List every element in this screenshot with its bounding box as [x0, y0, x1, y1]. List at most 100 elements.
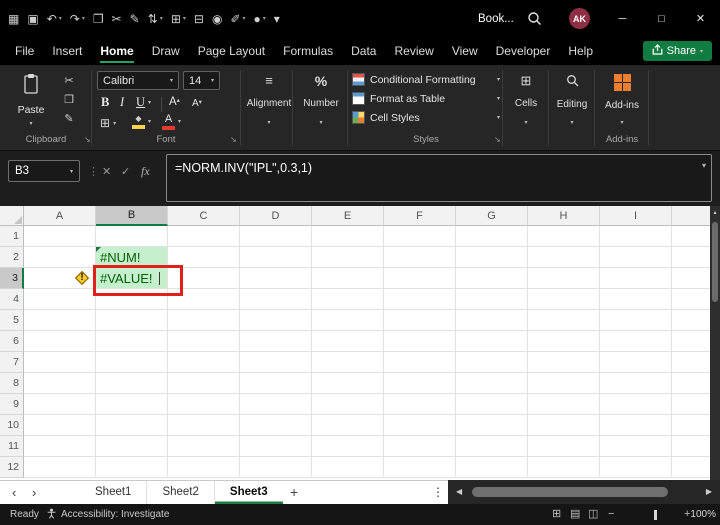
cell-H1[interactable]: [528, 226, 600, 247]
previous-sheet-icon[interactable]: ‹: [12, 481, 16, 505]
copy-icon[interactable]: ❐: [89, 7, 108, 31]
column-header-F[interactable]: F: [384, 206, 456, 226]
column-header-A[interactable]: A: [24, 206, 96, 226]
cell-B12[interactable]: [96, 457, 168, 478]
cell-G9[interactable]: [456, 394, 528, 415]
undo-icon[interactable]: ↶ ▾: [43, 7, 66, 31]
cancel-icon[interactable]: ✕: [102, 160, 111, 182]
add-ins-button[interactable]: Add-ins ▾: [598, 69, 646, 131]
cell-I2[interactable]: [600, 247, 672, 268]
cell-D1[interactable]: [240, 226, 312, 247]
column-header-D[interactable]: D: [240, 206, 312, 226]
cell-C6[interactable]: [168, 331, 240, 352]
cell-B1[interactable]: [96, 226, 168, 247]
share-button[interactable]: Share ▾: [642, 41, 712, 61]
cell-H9[interactable]: [528, 394, 600, 415]
cell-H5[interactable]: [528, 310, 600, 331]
cell-F6[interactable]: [384, 331, 456, 352]
cell-B10[interactable]: [96, 415, 168, 436]
menu-tab-formulas[interactable]: Formulas: [274, 37, 342, 65]
cell-F10[interactable]: [384, 415, 456, 436]
cell-D11[interactable]: [240, 436, 312, 457]
cell-F5[interactable]: [384, 310, 456, 331]
cell-H3[interactable]: [528, 268, 600, 289]
cell-F9[interactable]: [384, 394, 456, 415]
cell-B6[interactable]: [96, 331, 168, 352]
cell-G3[interactable]: [456, 268, 528, 289]
cell-H7[interactable]: [528, 352, 600, 373]
cell-A7[interactable]: [24, 352, 96, 373]
cell-C7[interactable]: [168, 352, 240, 373]
editing-button[interactable]: Editing ▾: [550, 69, 594, 131]
cell-C12[interactable]: [168, 457, 240, 478]
cell-D5[interactable]: [240, 310, 312, 331]
cell-H4[interactable]: [528, 289, 600, 310]
cell-I9[interactable]: [600, 394, 672, 415]
zoom-out-button[interactable]: −: [608, 504, 614, 525]
row-header-7[interactable]: 7: [0, 352, 24, 373]
expand-formula-bar-icon[interactable]: ▾: [702, 161, 706, 170]
close-button[interactable]: ✕: [681, 0, 720, 37]
cell-E12[interactable]: [312, 457, 384, 478]
decrease-font-size-button[interactable]: A▾: [192, 98, 202, 109]
cell-F8[interactable]: [384, 373, 456, 394]
camera-icon[interactable]: ◉: [208, 7, 226, 31]
cell-E6[interactable]: [312, 331, 384, 352]
menu-tab-view[interactable]: View: [443, 37, 487, 65]
increase-font-size-button[interactable]: A▴: [169, 96, 180, 108]
column-header-H[interactable]: H: [528, 206, 600, 226]
row-header-9[interactable]: 9: [0, 394, 24, 415]
sheet-tab-sheet1[interactable]: Sheet1: [80, 481, 146, 504]
cut-icon[interactable]: ✂: [108, 7, 126, 31]
cell-A6[interactable]: [24, 331, 96, 352]
number-format-button[interactable]: % Number ▾: [298, 69, 344, 131]
cell-G4[interactable]: [456, 289, 528, 310]
cell-B9[interactable]: [96, 394, 168, 415]
cell-F12[interactable]: [384, 457, 456, 478]
font-color-button[interactable]: A ▾: [162, 114, 181, 130]
format-as-table-button[interactable]: Format as Table ▾: [352, 89, 500, 108]
cell-F7[interactable]: [384, 352, 456, 373]
cell-B5[interactable]: [96, 310, 168, 331]
cell-E11[interactable]: [312, 436, 384, 457]
cell-E4[interactable]: [312, 289, 384, 310]
cell-H10[interactable]: [528, 415, 600, 436]
cell-G8[interactable]: [456, 373, 528, 394]
cell-B7[interactable]: [96, 352, 168, 373]
cell-I10[interactable]: [600, 415, 672, 436]
cell-I11[interactable]: [600, 436, 672, 457]
cell-I4[interactable]: [600, 289, 672, 310]
cell-E9[interactable]: [312, 394, 384, 415]
print-icon[interactable]: ⊟: [190, 7, 208, 31]
cell-G6[interactable]: [456, 331, 528, 352]
cell-I7[interactable]: [600, 352, 672, 373]
copy-button[interactable]: ❐: [56, 90, 82, 109]
cell-I3[interactable]: [600, 268, 672, 289]
vertical-scroll-thumb[interactable]: [712, 222, 718, 302]
cell-D6[interactable]: [240, 331, 312, 352]
cell-F11[interactable]: [384, 436, 456, 457]
cell-E10[interactable]: [312, 415, 384, 436]
cell-C9[interactable]: [168, 394, 240, 415]
vertical-scrollbar[interactable]: ▴: [710, 206, 720, 480]
cell-G2[interactable]: [456, 247, 528, 268]
cells-button[interactable]: ⊞ Cells ▾: [506, 69, 546, 131]
zoom-slider-thumb[interactable]: [654, 509, 657, 520]
zoom-percentage[interactable]: 100%: [690, 504, 716, 525]
cell-F2[interactable]: [384, 247, 456, 268]
cell-C1[interactable]: [168, 226, 240, 247]
menu-tab-insert[interactable]: Insert: [43, 37, 91, 65]
scroll-right-icon[interactable]: ▶: [706, 480, 712, 504]
cell-H2[interactable]: [528, 247, 600, 268]
cell-D7[interactable]: [240, 352, 312, 373]
cell-A1[interactable]: [24, 226, 96, 247]
menu-tab-data[interactable]: Data: [342, 37, 385, 65]
cell-I12[interactable]: [600, 457, 672, 478]
cell-A12[interactable]: [24, 457, 96, 478]
enter-icon[interactable]: ✓: [121, 160, 130, 182]
row-header-2[interactable]: 2: [0, 247, 24, 268]
accessibility-status[interactable]: Accessibility: Investigate: [46, 504, 169, 525]
page-break-view-icon[interactable]: ◫: [588, 504, 598, 525]
minimize-button[interactable]: ─: [603, 0, 642, 37]
menu-tab-draw[interactable]: Draw: [143, 37, 189, 65]
